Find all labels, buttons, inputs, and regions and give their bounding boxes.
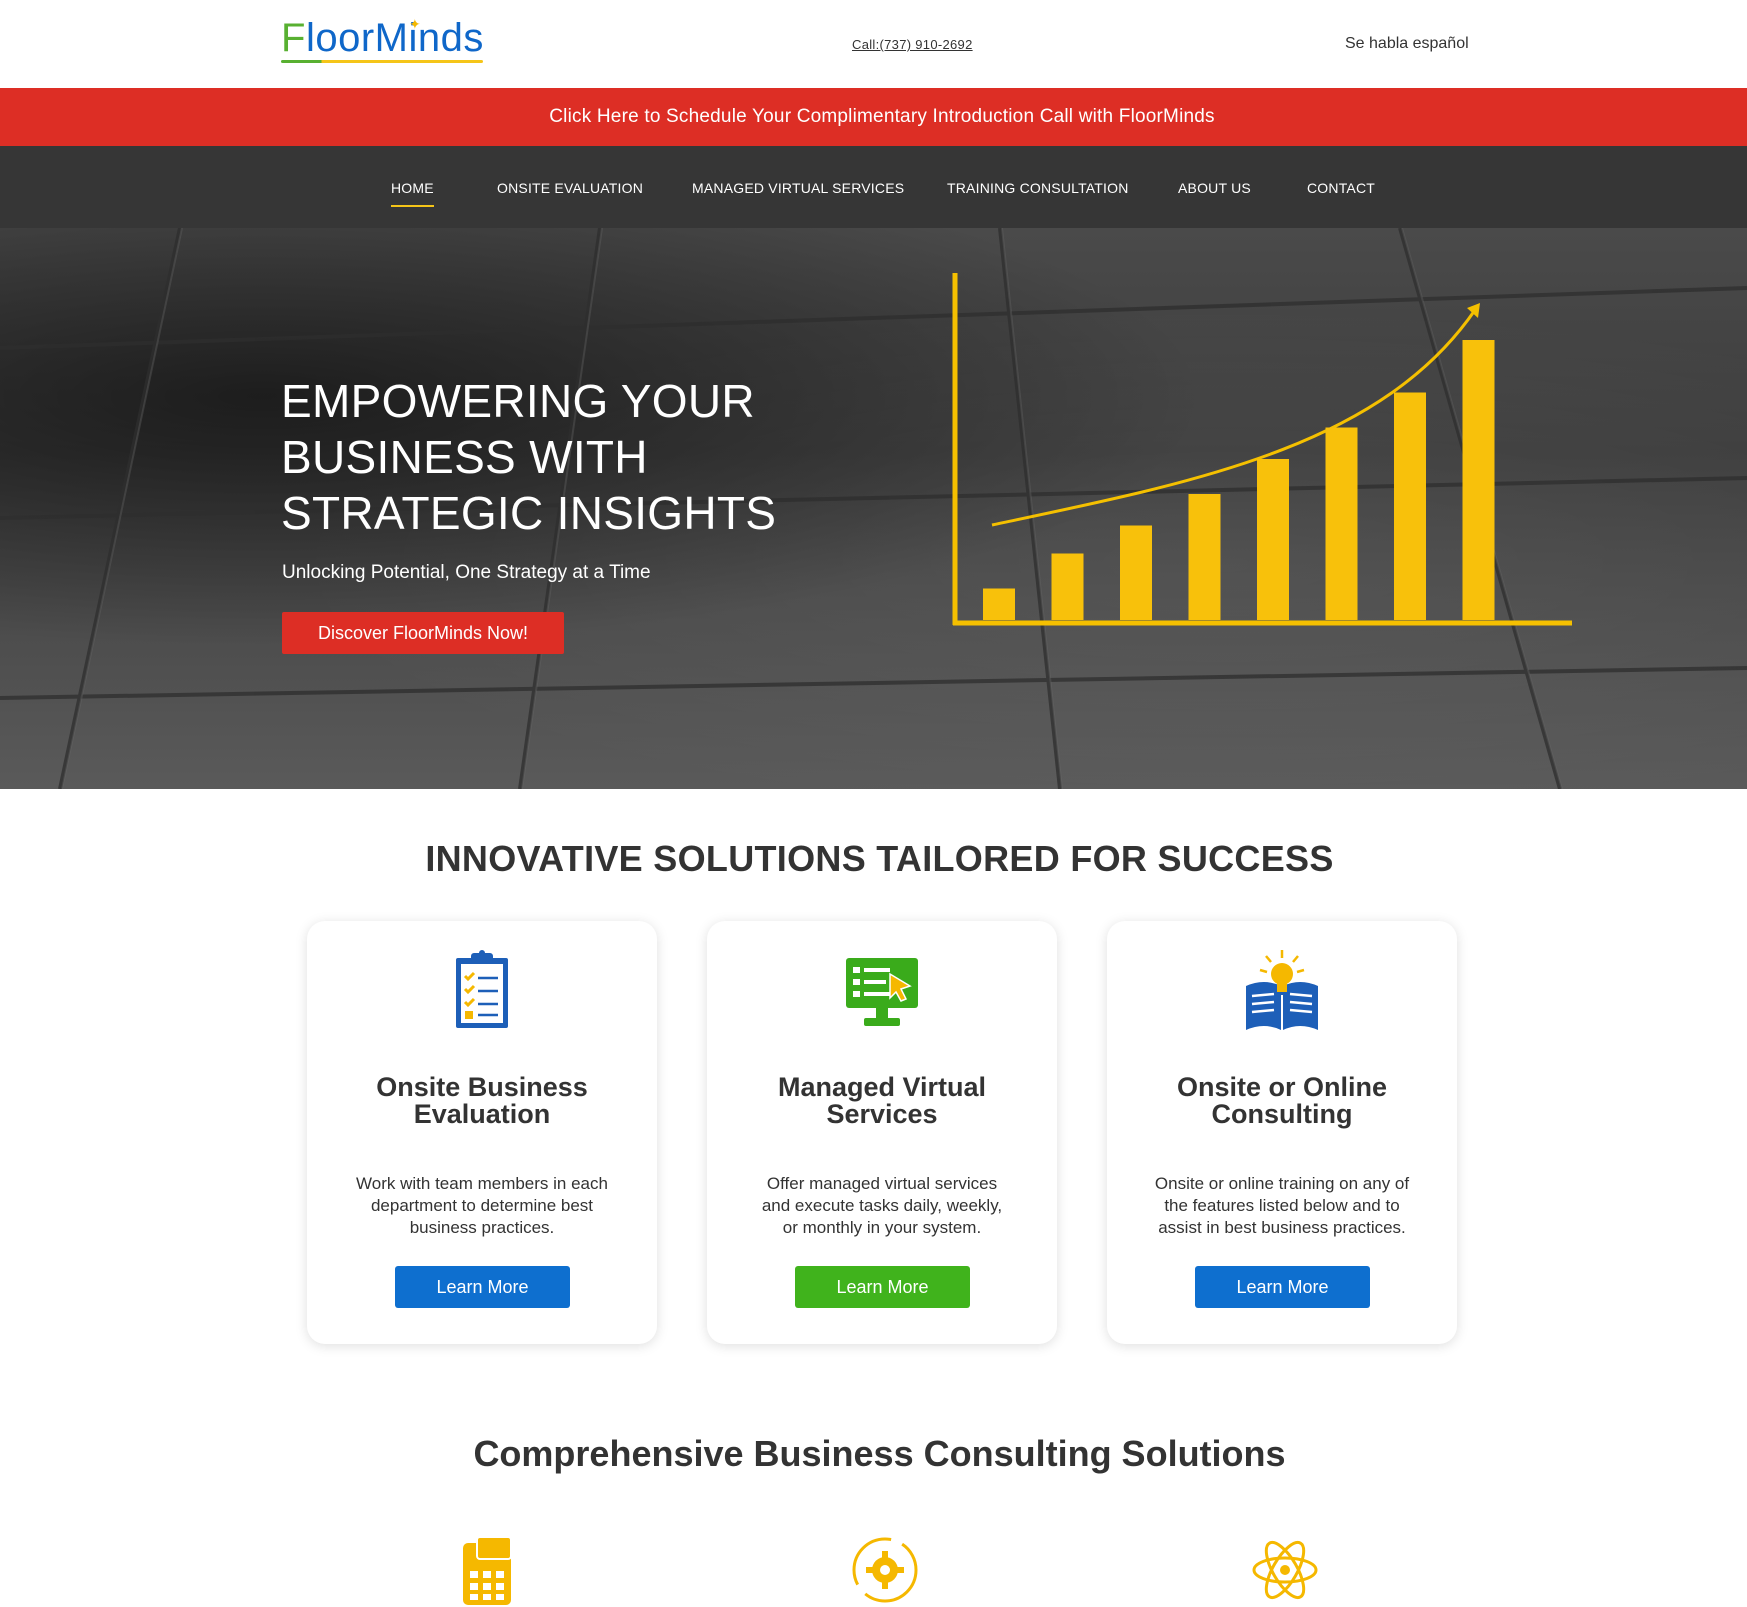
growth-chart-arrow-head [1467, 303, 1480, 318]
logo-underline [281, 60, 483, 63]
service-card-consulting: Onsite or Online Consulting Onsite or on… [1107, 921, 1457, 1344]
card-description-line-3: or monthly in your system. [782, 1218, 982, 1237]
nav-contact[interactable]: CONTACT [1307, 180, 1375, 196]
growth-chart-bar [983, 588, 1015, 620]
gear-cycle-icon [852, 1537, 918, 1603]
service-card-managed-virtual-services: Managed Virtual Services Offer managed v… [707, 921, 1057, 1344]
growth-chart-bar [1120, 525, 1152, 620]
logo-text-minds: Minds [374, 16, 484, 60]
card-description-line-1: Onsite or online training on any of [1154, 1174, 1410, 1193]
spanish-note: Se habla español [1345, 35, 1469, 52]
card-description-line-1: Work with team members in each [356, 1174, 608, 1193]
card-description: Work with team members in each departmen… [331, 1173, 633, 1239]
schedule-call-banner-label: Click Here to Schedule Your Complimentar… [549, 106, 1215, 127]
phone-link[interactable]: Call:(737) 910-2692 [852, 37, 973, 52]
growth-chart-bar [1051, 553, 1084, 620]
schedule-call-banner[interactable]: Click Here to Schedule Your Complimentar… [0, 88, 1747, 146]
growth-chart-bar [1257, 459, 1289, 620]
card-description-line-3: assist in best business practices. [1158, 1218, 1406, 1237]
card-title-line-2: Consulting [1211, 1099, 1353, 1129]
logo-text-loor: loor [305, 16, 375, 60]
logo-spark-icon: ✦ [409, 16, 421, 32]
nav-onsite-evaluation[interactable]: ONSITE EVALUATION [497, 180, 643, 196]
hero-subtitle: Unlocking Potential, One Strategy at a T… [282, 562, 651, 583]
solutions-title: INNOVATIVE SOLUTIONS TAILORED FOR SUCCES… [425, 838, 1334, 879]
card-description: Offer managed virtual services and execu… [731, 1173, 1033, 1239]
learn-more-onsite-evaluation-button[interactable]: Learn More [395, 1266, 570, 1308]
growth-chart-graphic [952, 273, 1572, 626]
card-description: Onsite or online training on any of the … [1131, 1173, 1433, 1239]
service-card-onsite-evaluation: Onsite Business Evaluation Work with tea… [307, 921, 657, 1344]
learn-more-managed-virtual-services-button[interactable]: Learn More [795, 1266, 970, 1308]
growth-chart-bar [1188, 494, 1221, 620]
main-nav: HOME ONSITE EVALUATION MANAGED VIRTUAL S… [0, 146, 1747, 228]
card-title-line-2: Services [826, 1099, 938, 1129]
discover-floorminds-button[interactable]: Discover FloorMinds Now! [282, 612, 564, 654]
card-title-line-1: Onsite Business [376, 1072, 588, 1102]
growth-chart-bar [1462, 340, 1495, 620]
card-title: Onsite Business Evaluation [327, 1074, 637, 1128]
logo-letter-f: F [281, 16, 306, 60]
nav-managed-virtual-services[interactable]: MANAGED VIRTUAL SERVICES [692, 180, 904, 196]
card-title-line-1: Onsite or Online [1176, 1072, 1388, 1102]
clipboard-checklist-icon [456, 950, 508, 1028]
card-description-line-2: the features listed below and to [1164, 1196, 1400, 1215]
hero-title-line-1: EMPOWERING YOUR [281, 375, 755, 427]
card-title: Onsite or Online Consulting [1127, 1074, 1437, 1128]
card-description-line-3: business practices. [409, 1218, 555, 1237]
nav-about-us[interactable]: ABOUT US [1178, 180, 1251, 196]
monitor-cursor-icon [846, 958, 918, 1026]
card-description-line-2: and execute tasks daily, weekly, [761, 1196, 1003, 1215]
card-title-line-2: Evaluation [413, 1099, 551, 1129]
growth-chart-bar [1325, 427, 1358, 620]
hero-title-line-2: BUSINESS WITH [281, 431, 648, 483]
top-header: FloorMinds ✦ Call:(737) 910-2692 Se habl… [0, 0, 1747, 88]
card-title-line-1: Managed Virtual [777, 1072, 987, 1102]
growth-chart-bar [1394, 392, 1426, 620]
atom-icon [1252, 1540, 1318, 1600]
learn-more-consulting-button[interactable]: Learn More [1195, 1266, 1370, 1308]
consulting-title: Comprehensive Business Consulting Soluti… [473, 1433, 1286, 1474]
card-description-line-2: department to determine best [370, 1196, 594, 1215]
card-description-line-1: Offer managed virtual services [766, 1174, 998, 1193]
hero-section: EMPOWERING YOUR BUSINESS WITH STRATEGIC … [0, 228, 1747, 789]
book-lightbulb-icon [1246, 950, 1318, 1030]
floorminds-logo[interactable]: FloorMinds [281, 18, 484, 58]
card-title: Managed Virtual Services [727, 1074, 1037, 1128]
nav-training-consultation[interactable]: TRAINING CONSULTATION [947, 180, 1129, 196]
hero-title: EMPOWERING YOUR BUSINESS WITH STRATEGIC … [281, 373, 801, 541]
hero-title-line-3: STRATEGIC INSIGHTS [281, 487, 777, 539]
calculator-icon [463, 1536, 512, 1605]
nav-home[interactable]: HOME [391, 180, 434, 207]
